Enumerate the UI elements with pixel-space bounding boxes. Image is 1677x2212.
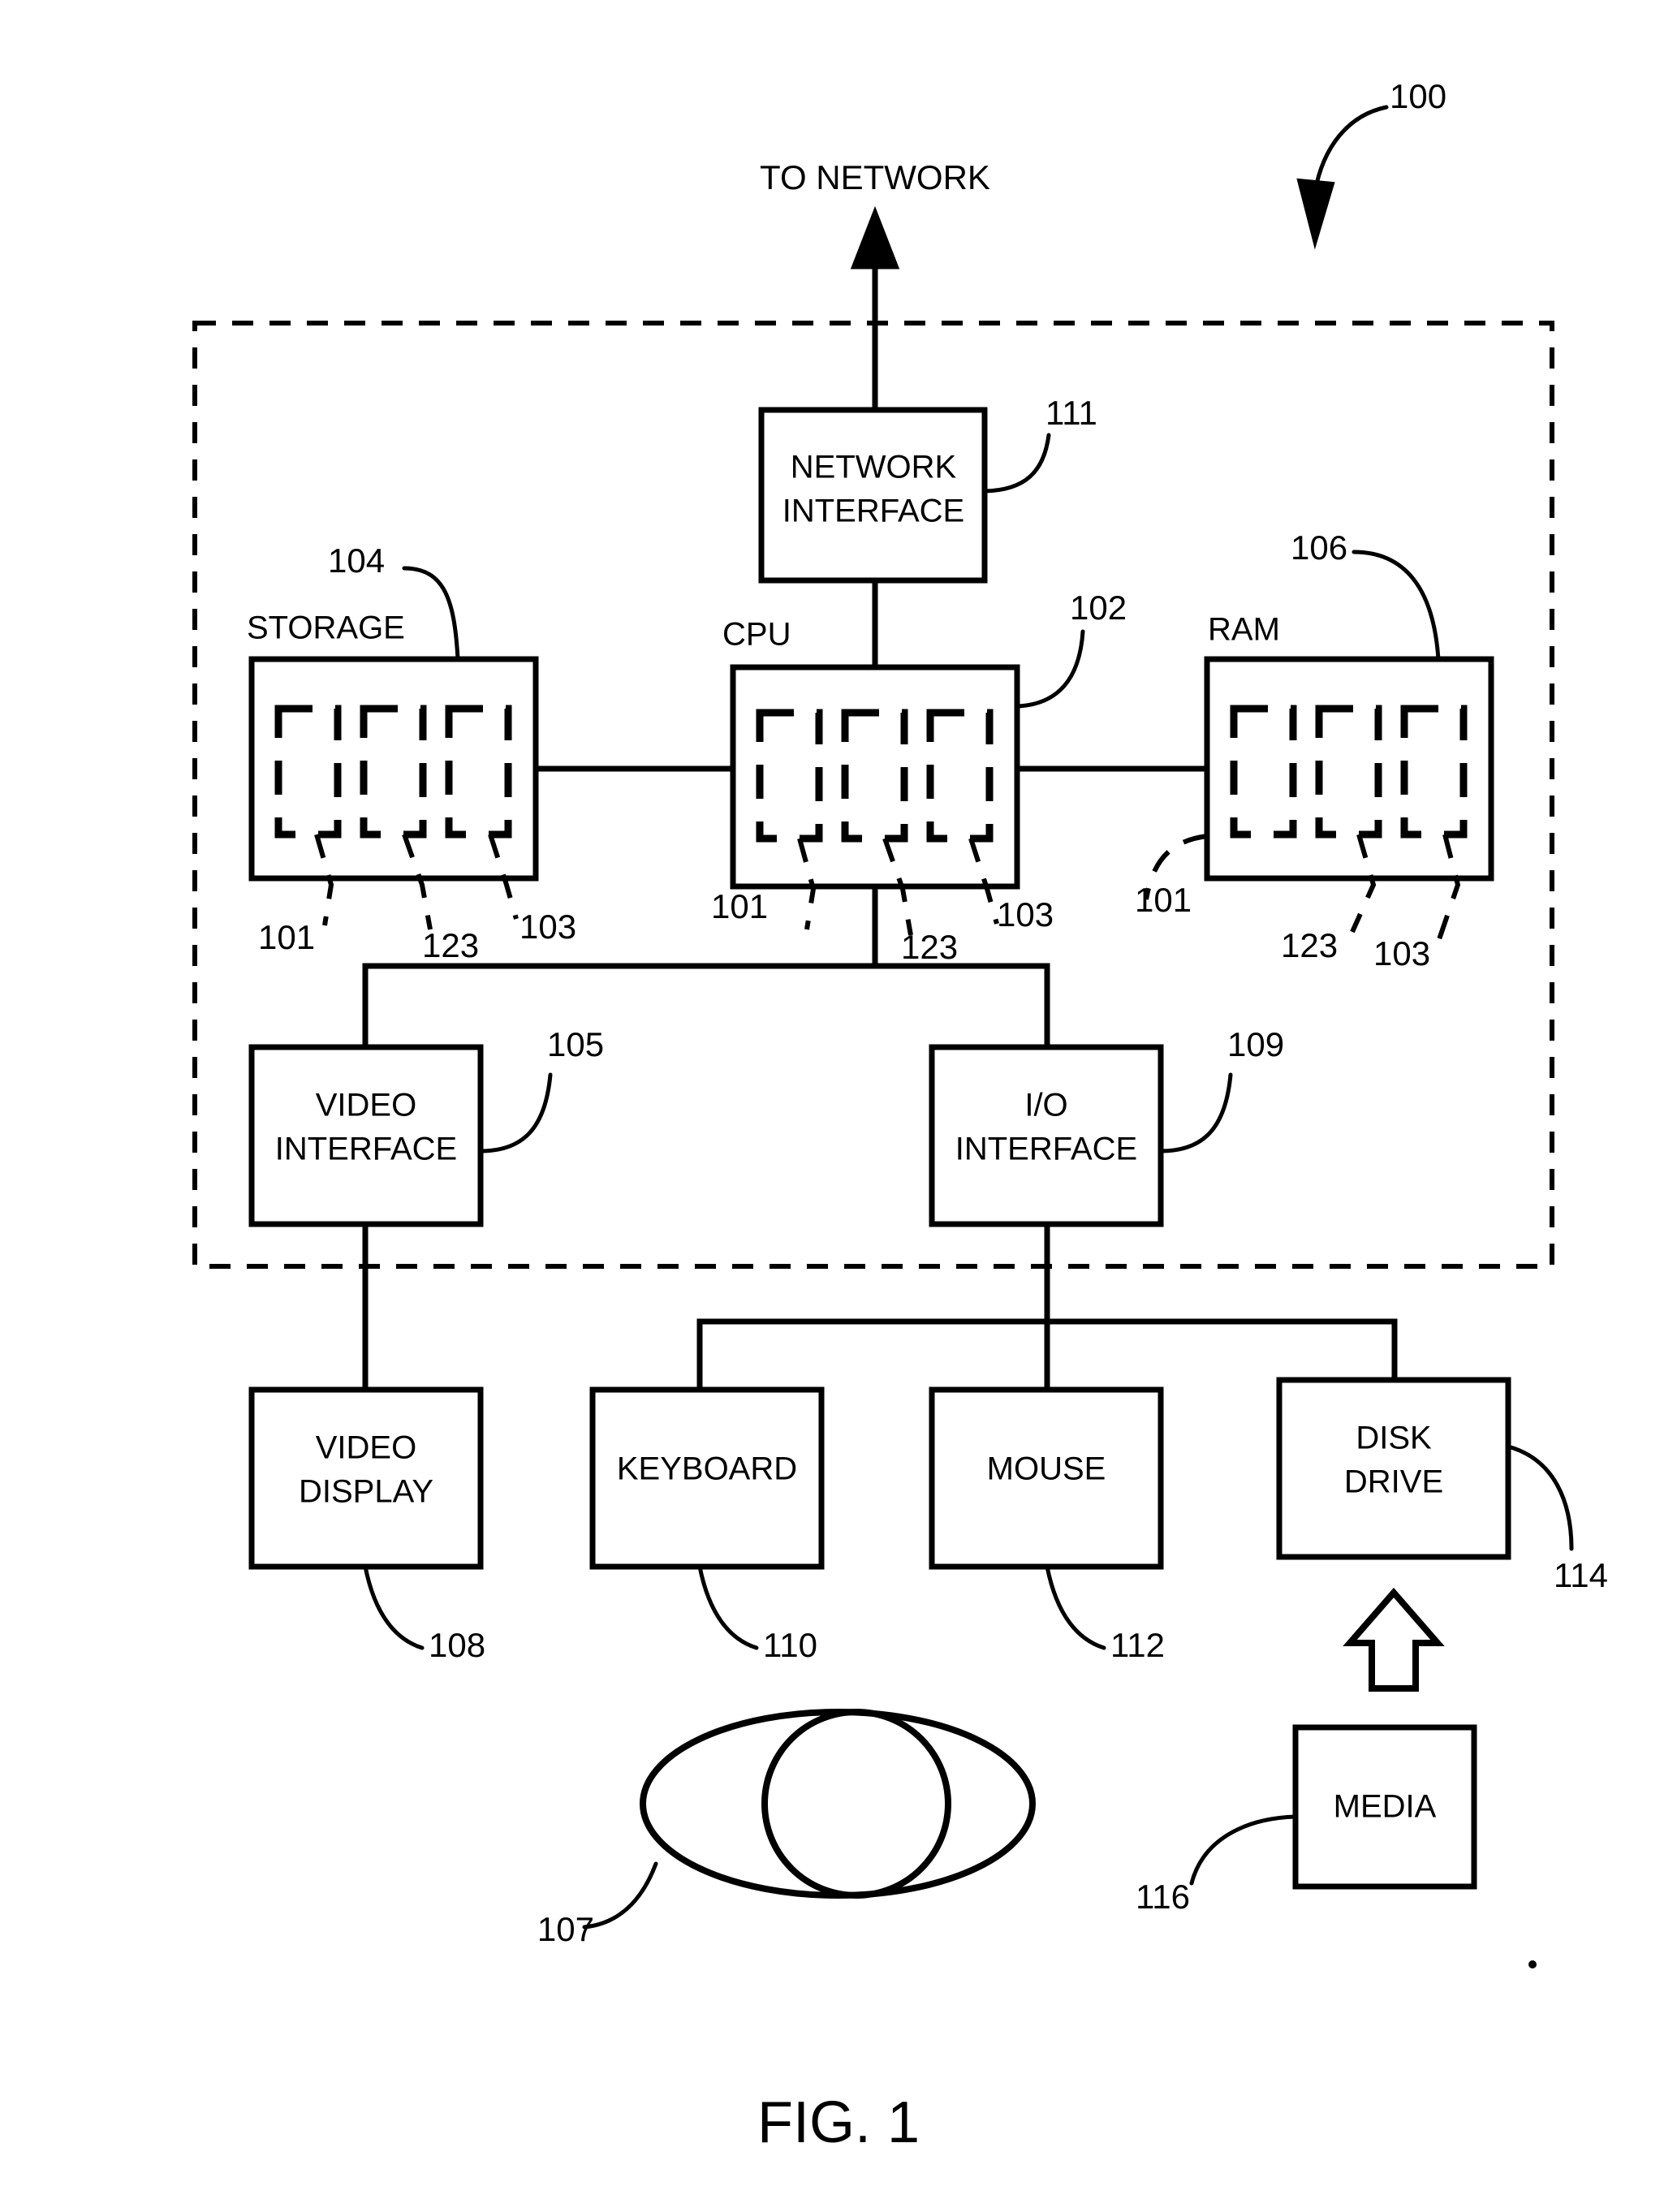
network-interface-label-line2: INTERFACE (782, 494, 964, 529)
disk-drive-ref-number: 114 (1554, 1556, 1608, 1594)
mouse-ref-number: 112 (1110, 1626, 1165, 1664)
ram-title-label: RAM (1208, 612, 1280, 648)
system-ref-arrowhead (1296, 178, 1335, 250)
video-display-label-line1: VIDEO (316, 1430, 416, 1466)
cpu-ref-leader (1015, 629, 1085, 709)
storage-title-label: STORAGE (247, 610, 405, 646)
media-insert-arrow-icon (1343, 1587, 1445, 1692)
media-label: MEDIA (1334, 1789, 1437, 1825)
patent-figure-page: TO NETWORK 100 NETWORK INTERFACE 111 STO… (0, 0, 1677, 2212)
cpu-title-label: CPU (722, 617, 791, 653)
system-ref-leader (1313, 105, 1389, 194)
video-interface-label-line2: INTERFACE (275, 1132, 457, 1167)
io-interface-ref-leader (1158, 1072, 1233, 1153)
ram-cell3-ref: 103 (1373, 934, 1430, 972)
eye-ref-number: 107 (537, 1910, 594, 1948)
disk-drive-label-line1: DISK (1356, 1421, 1432, 1456)
stray-dot (1528, 1960, 1537, 1968)
network-interface-label-line1: NETWORK (791, 450, 957, 485)
video-interface-ref-leader (478, 1072, 553, 1153)
network-interface-ref-leader (982, 433, 1051, 494)
disk-drive-label-line2: DRIVE (1344, 1464, 1443, 1500)
eye-ref-leader (582, 1861, 658, 1930)
to-network-label: TO NETWORK (760, 158, 990, 196)
keyboard-label: KEYBOARD (617, 1451, 797, 1487)
storage-cell3-ref: 103 (519, 908, 576, 946)
video-interface-ref-number: 105 (547, 1025, 604, 1063)
ram-cell2-ref: 123 (1281, 926, 1338, 964)
storage-ref-leader (402, 566, 460, 662)
cpu-ref-number: 102 (1070, 589, 1127, 627)
network-arrowhead (850, 205, 900, 269)
ram-ref-leader (1352, 550, 1441, 662)
system-ref-number: 100 (1390, 77, 1446, 115)
eye-iris-icon (761, 1709, 951, 1899)
storage-cell2-ref: 123 (422, 926, 479, 964)
ram-ref-number: 106 (1291, 528, 1347, 567)
mouse-ref-leader (1045, 1564, 1106, 1650)
mouse-label: MOUSE (987, 1451, 1106, 1487)
io-interface-label-line1: I/O (1024, 1088, 1067, 1123)
storage-ref-number: 104 (328, 541, 385, 580)
cpu-cell1-ref: 101 (711, 887, 768, 925)
video-display-ref-leader (363, 1564, 425, 1650)
video-display-label-line2: DISPLAY (299, 1474, 433, 1510)
figure-caption: FIG. 1 (757, 2090, 920, 2155)
cpu-cell2-ref: 123 (901, 928, 958, 966)
video-display-ref-number: 108 (429, 1626, 485, 1664)
cpu-cell3-ref: 103 (997, 895, 1054, 934)
disk-drive-ref-leader (1506, 1444, 1574, 1551)
io-interface-ref-number: 109 (1227, 1025, 1284, 1063)
network-interface-ref-number: 111 (1045, 394, 1097, 432)
video-interface-label-line1: VIDEO (316, 1088, 416, 1123)
ram-cell1-ref: 101 (1135, 881, 1192, 919)
storage-cell1-ref: 101 (258, 918, 315, 956)
keyboard-ref-leader (697, 1564, 759, 1650)
figure-canvas: TO NETWORK 100 NETWORK INTERFACE 111 STO… (192, 77, 1608, 2155)
media-ref-leader (1189, 1814, 1298, 1886)
eye-outline-icon (640, 1709, 1036, 1899)
media-ref-number: 116 (1136, 1878, 1190, 1916)
keyboard-ref-number: 110 (763, 1626, 817, 1664)
io-interface-label-line2: INTERFACE (955, 1132, 1137, 1167)
